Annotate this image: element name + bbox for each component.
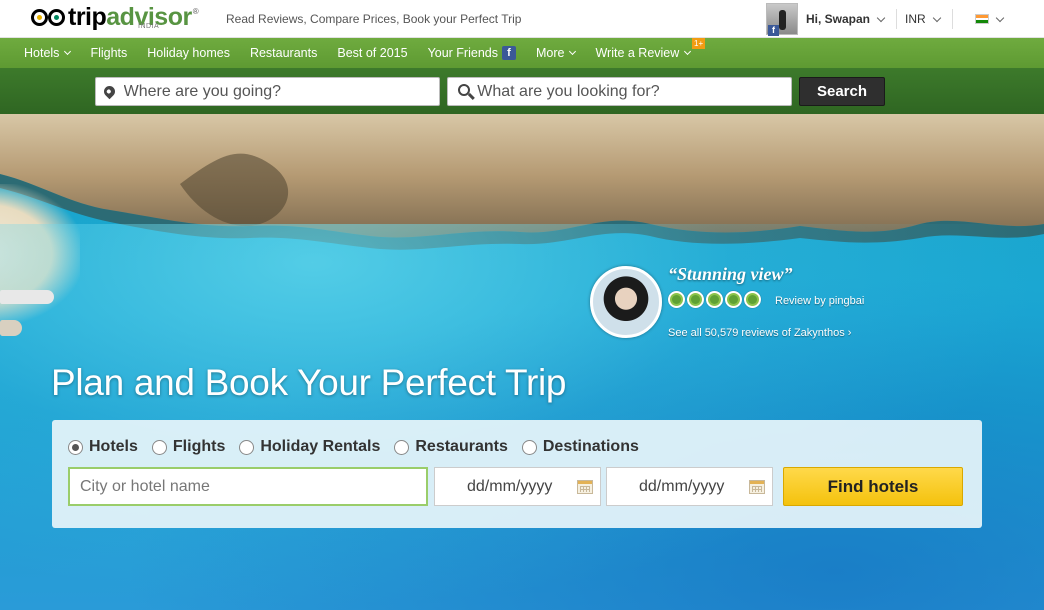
boat-image bbox=[0, 320, 22, 336]
checkin-date-value: dd/mm/yyyy bbox=[467, 477, 553, 495]
divider bbox=[951, 9, 953, 29]
bubble-rating bbox=[668, 291, 763, 308]
what-search-box[interactable] bbox=[447, 77, 792, 106]
chevron-right-icon: › bbox=[847, 327, 852, 339]
city-field[interactable] bbox=[68, 467, 428, 506]
radio-destinations[interactable]: Destinations bbox=[521, 438, 639, 456]
radio-button[interactable] bbox=[521, 439, 537, 455]
user-greeting[interactable]: Hi, Swapan bbox=[806, 12, 870, 26]
hero-banner: “Stunning view” Review by pingbai See al… bbox=[0, 114, 1044, 610]
chevron-down-icon bbox=[569, 47, 577, 56]
search-button[interactable]: Search bbox=[799, 77, 885, 106]
review-author[interactable]: Review by pingbai bbox=[775, 295, 864, 307]
radio-button[interactable] bbox=[151, 439, 167, 455]
rating-bubble-icon bbox=[668, 291, 685, 308]
rating-bubble-icon bbox=[706, 291, 723, 308]
boat-image bbox=[0, 290, 54, 304]
city-input[interactable] bbox=[80, 477, 426, 496]
see-all-reviews-link[interactable]: See all 50,579 reviews of Zakynthos › bbox=[668, 327, 851, 339]
review-quote[interactable]: “Stunning view” bbox=[668, 264, 793, 285]
chevron-down-icon[interactable] bbox=[932, 13, 941, 22]
main-nav: Hotels Flights Holiday homes Restaurants… bbox=[0, 38, 1044, 68]
owl-logo-icon bbox=[30, 6, 68, 28]
featured-review: “Stunning view” Review by pingbai See al… bbox=[590, 264, 890, 344]
radio-restaurants[interactable]: Restaurants bbox=[394, 438, 508, 456]
hero-headline: Plan and Book Your Perfect Trip bbox=[51, 362, 567, 403]
checkout-date-field[interactable]: dd/mm/yyyy bbox=[606, 467, 773, 506]
chevron-down-icon bbox=[684, 47, 692, 56]
logo-country: INDIA bbox=[138, 23, 160, 30]
calendar-icon[interactable] bbox=[749, 480, 765, 494]
reviewer-avatar[interactable] bbox=[590, 266, 662, 338]
facebook-icon: f bbox=[501, 46, 516, 60]
nav-hotels[interactable]: Hotels bbox=[24, 46, 72, 60]
radio-hotels[interactable]: Hotels bbox=[68, 438, 138, 456]
india-flag-icon[interactable] bbox=[974, 14, 989, 24]
checkin-date-field[interactable]: dd/mm/yyyy bbox=[434, 467, 601, 506]
rating-bubble-icon bbox=[725, 291, 742, 308]
search-bar: Search bbox=[0, 68, 1044, 114]
where-search-box[interactable] bbox=[95, 77, 440, 106]
tripadvisor-logo[interactable]: tripadvisor ® bbox=[30, 4, 199, 34]
currency-selector[interactable]: INR bbox=[905, 12, 926, 26]
nav-your-friends[interactable]: Your Friends f bbox=[428, 46, 516, 60]
chevron-down-icon[interactable] bbox=[995, 13, 1004, 22]
logo-wordmark: tripadvisor bbox=[68, 3, 192, 31]
tagline: Read Reviews, Compare Prices, Book your … bbox=[226, 12, 522, 26]
search-type-radios: Hotels Flights Holiday Rentals Restauran… bbox=[68, 438, 653, 456]
nav-holiday-homes[interactable]: Holiday homes bbox=[147, 46, 230, 60]
radio-button[interactable] bbox=[394, 439, 410, 455]
user-menu[interactable]: f Hi, Swapan INR bbox=[766, 2, 1004, 36]
location-pin-icon bbox=[96, 83, 124, 100]
logo-registered-mark: ® bbox=[192, 7, 199, 16]
chevron-down-icon[interactable] bbox=[876, 13, 886, 22]
what-input[interactable] bbox=[477, 82, 791, 101]
user-avatar[interactable]: f bbox=[766, 3, 798, 36]
rating-bubble-icon bbox=[744, 291, 761, 308]
nav-write-review[interactable]: Write a Review bbox=[595, 46, 692, 60]
chevron-down-icon bbox=[64, 47, 72, 56]
radio-flights[interactable]: Flights bbox=[151, 438, 225, 456]
radio-button[interactable] bbox=[239, 439, 255, 455]
facebook-badge-icon: f bbox=[768, 25, 779, 36]
nav-more[interactable]: More bbox=[536, 46, 577, 60]
nav-restaurants[interactable]: Restaurants bbox=[250, 46, 317, 60]
top-bar: tripadvisor ® INDIA Read Reviews, Compar… bbox=[0, 0, 1044, 38]
review-count-badge: 1+ bbox=[692, 38, 706, 49]
rating-bubble-icon bbox=[687, 291, 704, 308]
search-icon bbox=[448, 82, 477, 102]
calendar-icon[interactable] bbox=[577, 480, 593, 494]
where-input[interactable] bbox=[123, 82, 439, 101]
radio-button[interactable] bbox=[68, 439, 83, 455]
nav-best-of-2015[interactable]: Best of 2015 bbox=[337, 46, 407, 60]
radio-holiday-rentals[interactable]: Holiday Rentals bbox=[239, 438, 380, 456]
booking-panel: Hotels Flights Holiday Rentals Restauran… bbox=[52, 420, 982, 528]
divider bbox=[896, 9, 898, 29]
nav-flights[interactable]: Flights bbox=[90, 46, 127, 60]
find-hotels-button[interactable]: Find hotels bbox=[783, 467, 963, 506]
checkout-date-value: dd/mm/yyyy bbox=[639, 477, 725, 495]
